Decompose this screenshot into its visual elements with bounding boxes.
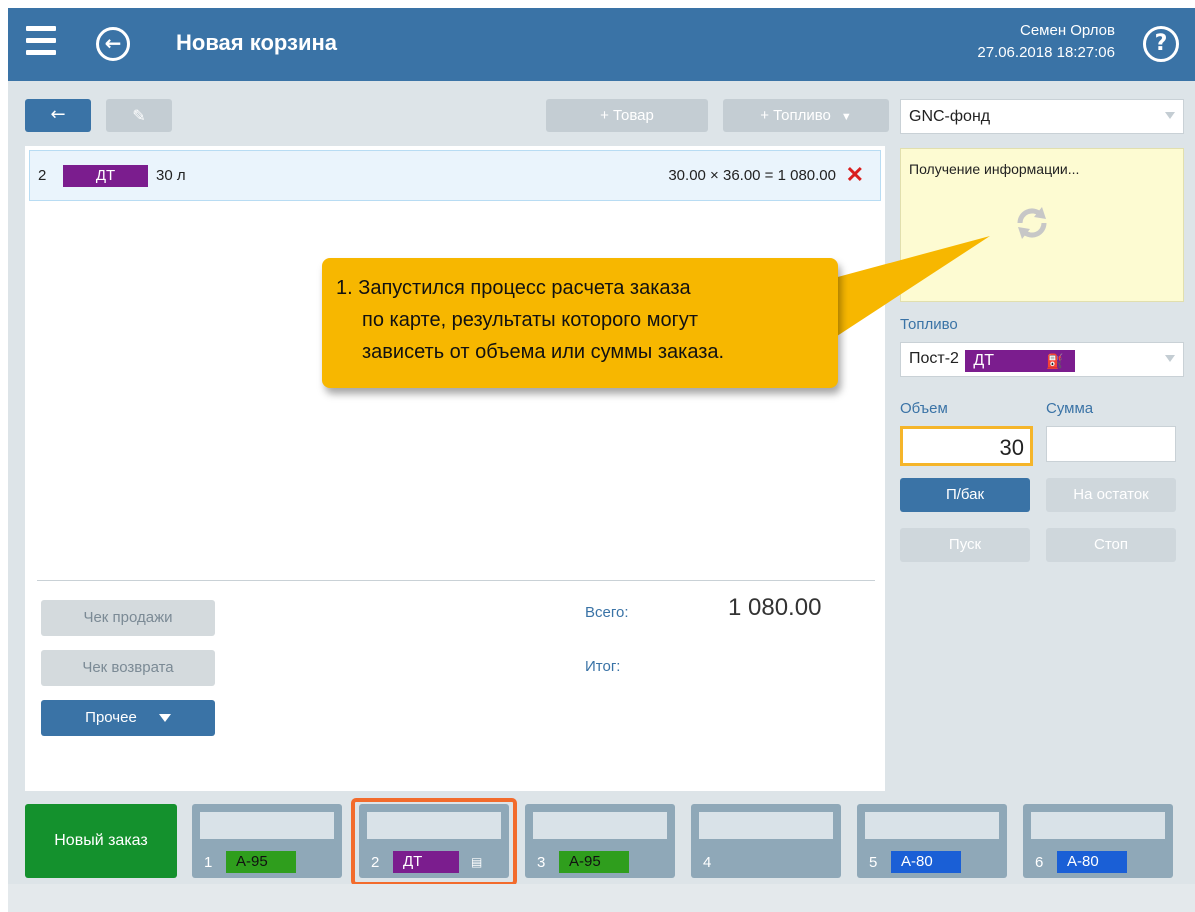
tab-progress-bar: [200, 812, 334, 839]
tab-number: 6: [1035, 854, 1044, 871]
discount-card-select[interactable]: GNC-фонд: [900, 99, 1184, 134]
info-status-text: Получение информации...: [909, 161, 1080, 177]
back-circle-icon[interactable]: ←: [96, 27, 130, 61]
fuel-type-pill: ДТ ⛽: [965, 350, 1076, 372]
order-row[interactable]: 2 ДТ 30 л 30.00 × 36.00 = 1 080.00 ✕: [29, 150, 881, 201]
start-button[interactable]: Пуск: [900, 528, 1030, 562]
order-panel: 2 ДТ 30 л 30.00 × 36.00 = 1 080.00 ✕ Чек…: [25, 146, 885, 791]
refund-receipt-button[interactable]: Чек возврата: [41, 650, 215, 686]
footer-strip: [8, 884, 1195, 912]
other-label: Прочее: [85, 709, 137, 726]
callout-line-3: зависеть от объема или суммы заказа.: [362, 341, 725, 363]
order-tab-6[interactable]: 6 A-80: [1023, 804, 1173, 878]
order-tab-3[interactable]: 3 A-95: [525, 804, 675, 878]
fuel-type-label: ДТ: [973, 352, 995, 369]
tab-progress-bar: [533, 812, 667, 839]
order-tabs: Новый заказ 1 A-95 2 ДТ ▤ 3 A-95 4 5 A-8…: [8, 798, 1195, 890]
add-goods-button[interactable]: + Товар: [546, 99, 708, 132]
order-tab-5[interactable]: 5 A-80: [857, 804, 1007, 878]
add-fuel-button[interactable]: + Топливо ▼: [723, 99, 889, 132]
selected-tab-frame: [351, 798, 517, 886]
total-label: Всего:: [585, 604, 629, 621]
card-info-panel: Получение информации...: [900, 148, 1184, 302]
tab-progress-bar: [699, 812, 833, 839]
stop-button[interactable]: Стоп: [1046, 528, 1176, 562]
fuel-post: Пост-2: [909, 350, 959, 367]
chevron-down-icon: [1165, 112, 1175, 119]
tab-number: 4: [703, 854, 712, 871]
row-calculation: 30.00 × 36.00 = 1 080.00: [668, 167, 836, 184]
tab-progress-bar: [865, 812, 999, 839]
tab-number: 3: [537, 854, 546, 871]
volume-input[interactable]: 30: [900, 426, 1033, 466]
fuel-dispenser-select[interactable]: Пост-2 ДТ ⛽: [900, 342, 1184, 377]
order-tab-4[interactable]: 4: [691, 804, 841, 878]
fuel-label: Топливо: [900, 316, 958, 333]
chevron-down-icon: [1165, 355, 1175, 362]
tab-number: 5: [869, 854, 878, 871]
discount-card-value: GNC-фонд: [909, 108, 991, 125]
other-dropdown-button[interactable]: Прочее: [41, 700, 215, 736]
user-info: Семен Орлов 27.06.2018 18:27:06: [977, 20, 1115, 64]
tab-fuel-pill: A-80: [891, 851, 961, 873]
callout-line-2: по карте, результаты которого могут: [362, 309, 699, 331]
back-button[interactable]: ←: [25, 99, 91, 132]
tab-number: 1: [204, 854, 213, 871]
add-fuel-label: + Топливо: [760, 107, 831, 124]
chevron-down-icon: ▼: [840, 111, 852, 123]
tab-progress-bar: [1031, 812, 1165, 839]
datetime: 27.06.2018 18:27:06: [977, 44, 1115, 61]
edit-pencil-icon[interactable]: ✎: [106, 99, 172, 132]
sum-input[interactable]: [1046, 426, 1176, 462]
order-tab-1[interactable]: 1 A-95: [192, 804, 342, 878]
tab-fuel-pill: A-80: [1057, 851, 1127, 873]
new-order-button[interactable]: Новый заказ: [25, 804, 177, 878]
user-name: Семен Орлов: [1019, 22, 1115, 39]
callout-line-1: 1. Запустился процесс расчета заказа: [336, 277, 691, 299]
fuel-nozzle-icon: ⛽: [1045, 353, 1064, 369]
chevron-down-icon: [158, 714, 171, 723]
row-number: 2: [38, 167, 47, 184]
tab-fuel-pill: A-95: [559, 851, 629, 873]
tab-fuel-pill: A-95: [226, 851, 296, 873]
divider: [37, 580, 875, 581]
fuel-type-pill: ДТ: [63, 165, 148, 187]
header-bar: ← Новая корзина Семен Орлов 27.06.2018 1…: [8, 8, 1195, 81]
remainder-button[interactable]: На остаток: [1046, 478, 1176, 512]
sale-receipt-button[interactable]: Чек продажи: [41, 600, 215, 636]
row-quantity: 30 л: [156, 167, 186, 184]
help-icon[interactable]: ?: [1143, 26, 1179, 62]
menu-icon[interactable]: [26, 26, 60, 60]
app-window: ← Новая корзина Семен Орлов 27.06.2018 1…: [8, 8, 1195, 912]
refresh-spinner-icon: [1017, 207, 1047, 239]
delete-icon[interactable]: ✕: [846, 162, 864, 188]
volume-label: Объем: [900, 400, 948, 417]
tutorial-callout: 1. Запустился процесс расчета заказа по …: [322, 258, 838, 388]
total-value: 1 080.00: [728, 594, 822, 621]
sum-label: Сумма: [1046, 400, 1094, 417]
final-label: Итог:: [585, 658, 621, 675]
full-tank-button[interactable]: П/бак: [900, 478, 1030, 512]
page-title: Новая корзина: [176, 30, 338, 55]
